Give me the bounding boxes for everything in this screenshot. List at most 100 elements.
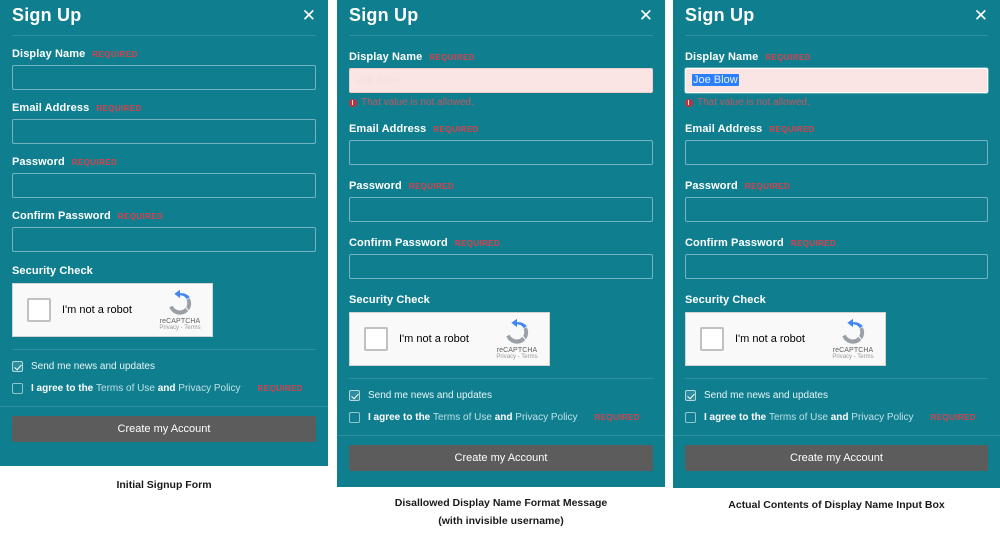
field-email: Email Address REQUIRED (349, 123, 653, 165)
signup-modal-initial: Sign Up ✕ Display Name REQUIRED Email Ad… (0, 0, 328, 466)
field-confirm-password: Confirm Password REQUIRED (12, 210, 316, 252)
terms-of-use-link[interactable]: Terms of Use (433, 412, 492, 423)
confirm-password-label: Confirm Password (12, 210, 111, 222)
recaptcha-legal-links[interactable]: Privacy - Terms (828, 354, 878, 360)
recaptcha-widget[interactable]: I'm not a robot reCAPTCHA Privacy - Term… (685, 312, 886, 366)
security-check-section: Security Check I'm not a robot reCAPTCHA… (349, 294, 653, 366)
recaptcha-logo-icon (506, 318, 529, 344)
close-icon[interactable]: ✕ (639, 7, 653, 24)
terms-prefix: I agree to the (704, 412, 767, 423)
create-account-button[interactable]: Create my Account (685, 445, 988, 471)
recaptcha-label: I'm not a robot (735, 333, 805, 345)
password-label: Password (12, 156, 65, 168)
confirm-password-input[interactable] (12, 227, 316, 252)
confirm-password-input[interactable] (685, 254, 988, 279)
display-name-value-wrap: Joe Blow (686, 69, 987, 86)
field-email: Email Address REQUIRED (685, 123, 988, 165)
terms-checkbox[interactable] (349, 412, 360, 423)
terms-checkbox[interactable] (685, 412, 696, 423)
recaptcha-label: I'm not a robot (62, 304, 132, 316)
required-badge: REQUIRED (71, 158, 118, 167)
newsletter-option[interactable]: Send me news and updates (685, 390, 988, 401)
recaptcha-logo-icon (842, 318, 865, 344)
terms-option[interactable]: I agree to the Terms of Use and Privacy … (685, 412, 988, 423)
confirm-password-input[interactable] (349, 254, 653, 279)
required-badge: REQUIRED (744, 182, 791, 191)
password-input[interactable] (685, 197, 988, 222)
recaptcha-checkbox[interactable] (700, 327, 724, 351)
newsletter-checkbox[interactable] (685, 390, 696, 401)
password-label: Password (349, 180, 402, 192)
signup-form: Display Name REQUIRED Joe Blow That valu… (673, 51, 1000, 423)
terms-of-use-link[interactable]: Terms of Use (96, 383, 155, 394)
recaptcha-checkbox[interactable] (364, 327, 388, 351)
terms-of-use-link[interactable]: Terms of Use (769, 412, 828, 423)
recaptcha-checkbox[interactable] (27, 298, 51, 322)
signup-modal-error-selected: Sign Up ✕ Display Name REQUIRED Joe Blow… (673, 0, 1000, 488)
email-input[interactable] (12, 119, 316, 144)
terms-checkbox[interactable] (12, 383, 23, 394)
terms-label: I agree to the Terms of Use and Privacy … (31, 383, 241, 394)
recaptcha-widget[interactable]: I'm not a robot reCAPTCHA Privacy - Term… (12, 283, 213, 337)
caption-line-2: (with invisible username) (438, 515, 564, 527)
privacy-policy-link[interactable]: Privacy Policy (851, 412, 913, 423)
email-input[interactable] (349, 140, 653, 165)
newsletter-label: Send me news and updates (31, 361, 155, 372)
create-account-button[interactable]: Create my Account (349, 445, 653, 471)
recaptcha-label: I'm not a robot (399, 333, 469, 345)
field-password: Password REQUIRED (685, 180, 988, 222)
terms-label: I agree to the Terms of Use and Privacy … (368, 412, 578, 423)
field-email: Email Address REQUIRED (12, 102, 316, 144)
recaptcha-logo-icon (169, 289, 192, 315)
close-icon[interactable]: ✕ (302, 7, 316, 24)
password-input[interactable] (349, 197, 653, 222)
privacy-policy-link[interactable]: Privacy Policy (515, 412, 577, 423)
newsletter-option[interactable]: Send me news and updates (12, 361, 316, 372)
error-icon (349, 98, 357, 107)
newsletter-label: Send me news and updates (368, 390, 492, 401)
create-account-button[interactable]: Create my Account (12, 416, 316, 442)
newsletter-checkbox[interactable] (349, 390, 360, 401)
email-label: Email Address (349, 123, 427, 135)
display-name-error: That value is not allowed. (685, 97, 988, 108)
error-text: That value is not allowed. (361, 97, 474, 108)
recaptcha-brand: reCAPTCHA Privacy - Terms (828, 318, 878, 360)
privacy-policy-link[interactable]: Privacy Policy (178, 383, 240, 394)
required-badge: REQUIRED (408, 182, 455, 191)
security-check-section: Security Check I'm not a robot reCAPTCHA… (685, 294, 988, 366)
required-badge: REQUIRED (454, 239, 501, 248)
error-icon (685, 98, 693, 107)
page-title: Sign Up (349, 5, 419, 25)
newsletter-option[interactable]: Send me news and updates (349, 390, 653, 401)
recaptcha-widget[interactable]: I'm not a robot reCAPTCHA Privacy - Term… (349, 312, 550, 366)
password-label: Password (685, 180, 738, 192)
display-name-error: That value is not allowed. (349, 97, 653, 108)
modal-footer: Create my Account (337, 436, 665, 482)
newsletter-checkbox[interactable] (12, 361, 23, 372)
security-check-label: Security Check (12, 265, 93, 277)
header-divider (685, 35, 988, 36)
terms-option[interactable]: I agree to the Terms of Use and Privacy … (12, 383, 316, 394)
caption-line-1: Disallowed Display Name Format Message (394, 497, 608, 509)
required-badge: REQUIRED (96, 104, 142, 113)
terms-option[interactable]: I agree to the Terms of Use and Privacy … (349, 412, 653, 423)
close-icon[interactable]: ✕ (974, 7, 988, 24)
modal-footer: Create my Account (0, 407, 328, 453)
email-input[interactable] (685, 140, 988, 165)
signup-modal-error-invisible: Sign Up ✕ Display Name REQUIRED Joe Blow… (337, 0, 665, 487)
recaptcha-legal-links[interactable]: Privacy - Terms (155, 325, 205, 331)
display-name-input[interactable]: Joe Blow (349, 68, 653, 93)
display-name-value-selected: Joe Blow (692, 74, 739, 86)
options-divider (685, 378, 988, 379)
modal-footer: Create my Account (673, 436, 1000, 482)
display-name-input[interactable] (12, 65, 316, 90)
field-confirm-password: Confirm Password REQUIRED (685, 237, 988, 279)
display-name-input[interactable]: Joe Blow (685, 68, 988, 93)
header-divider (12, 35, 316, 36)
error-text: That value is not allowed. (697, 97, 810, 108)
recaptcha-legal-links[interactable]: Privacy - Terms (492, 354, 542, 360)
page-title: Sign Up (12, 5, 82, 25)
caption-line-1: Actual Contents of Display Name Input Bo… (728, 499, 945, 511)
password-input[interactable] (12, 173, 316, 198)
caption-error-selected: Actual Contents of Display Name Input Bo… (673, 496, 1000, 514)
